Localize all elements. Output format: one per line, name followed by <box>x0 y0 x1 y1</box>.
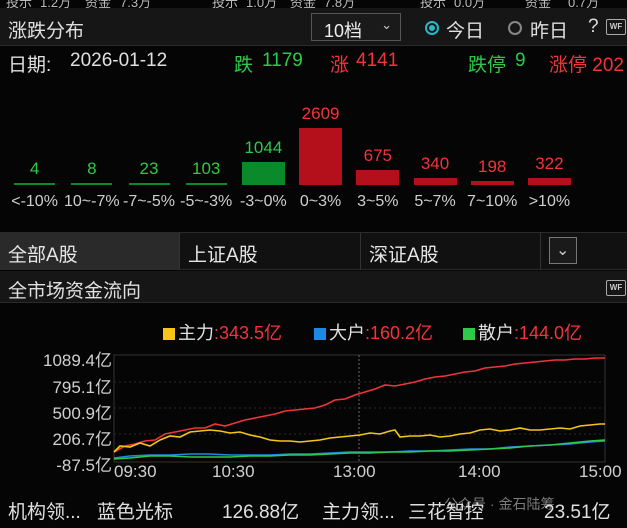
x-tick: 10:30 <box>212 462 255 481</box>
bottom-label-inst: 机构领... <box>8 502 81 523</box>
x-tick: 09:30 <box>114 462 157 481</box>
fund-flow-line-chart <box>113 354 606 463</box>
watermark: 公众号 · 金石陆筹 <box>444 496 555 512</box>
bottom-label-main: 主力领... <box>322 502 395 523</box>
bottom-stock-1[interactable]: 蓝色光标 <box>97 497 173 524</box>
x-tick: 14:00 <box>458 462 501 481</box>
x-tick: 13:00 <box>333 462 376 481</box>
bottom-amount-1: 126.88亿 <box>222 502 300 523</box>
x-tick: 15:00 <box>579 462 622 481</box>
